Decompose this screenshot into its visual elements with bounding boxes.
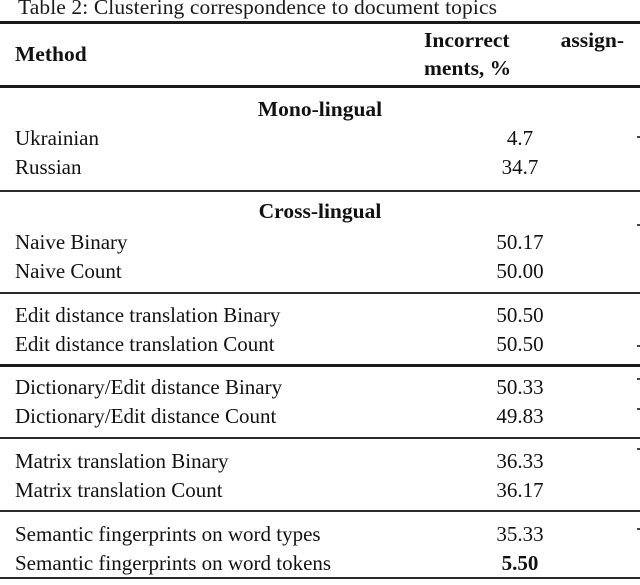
- header-value-line1: Incorrect assign-: [424, 26, 624, 54]
- header-method: Method: [15, 42, 87, 66]
- row-value: 34.7: [501, 155, 539, 179]
- row-value: 35.33: [496, 522, 544, 546]
- row-method: Naive Binary: [15, 230, 128, 254]
- section-rule: [0, 292, 640, 294]
- row-value: 50.33: [496, 375, 544, 399]
- top-rule: [0, 21, 640, 24]
- section-rule: [0, 510, 640, 512]
- section-rule: [0, 364, 640, 367]
- row-value: 50.00: [496, 259, 544, 283]
- row-method: Matrix translation Count: [15, 478, 223, 502]
- row-method: Semantic fingerprints on word types: [15, 522, 321, 546]
- row-value: 49.83: [496, 404, 544, 428]
- section-rule: [0, 437, 640, 439]
- row-method: Edit distance translation Count: [15, 332, 275, 356]
- row-value: 50.17: [496, 230, 544, 254]
- section-title-cross-lingual: Cross-lingual: [258, 199, 382, 223]
- row-value: 36.33: [496, 449, 544, 473]
- section-rule: [0, 190, 640, 192]
- header-value-line2: ments, %: [424, 56, 512, 80]
- header-value-word2: assign-: [560, 28, 624, 52]
- row-method: Dictionary/Edit distance Count: [15, 404, 277, 428]
- section-title-mono-lingual: Mono-lingual: [257, 97, 383, 121]
- row-method: Edit distance translation Binary: [15, 303, 281, 327]
- header-value-word1: Incorrect: [424, 28, 510, 52]
- bottom-rule: [0, 577, 640, 579]
- row-value: 50.50: [496, 332, 544, 356]
- row-method: Naive Count: [15, 259, 122, 283]
- row-method: Dictionary/Edit distance Binary: [15, 375, 283, 399]
- row-method: Russian: [15, 155, 82, 179]
- header-incorrect-assignments: Incorrect assign- ments, %: [424, 26, 624, 82]
- row-value-best: 5.50: [501, 551, 539, 575]
- row-method: Ukrainian: [15, 126, 99, 150]
- table-caption: Table 2: Clustering correspondence to do…: [18, 0, 498, 19]
- header-rule: [0, 85, 640, 88]
- row-value: 36.17: [496, 478, 544, 502]
- row-method: Semantic fingerprints on word tokens: [15, 551, 332, 575]
- row-value: 4.7: [506, 126, 534, 150]
- row-method: Matrix translation Binary: [15, 449, 229, 473]
- row-value: 50.50: [496, 303, 544, 327]
